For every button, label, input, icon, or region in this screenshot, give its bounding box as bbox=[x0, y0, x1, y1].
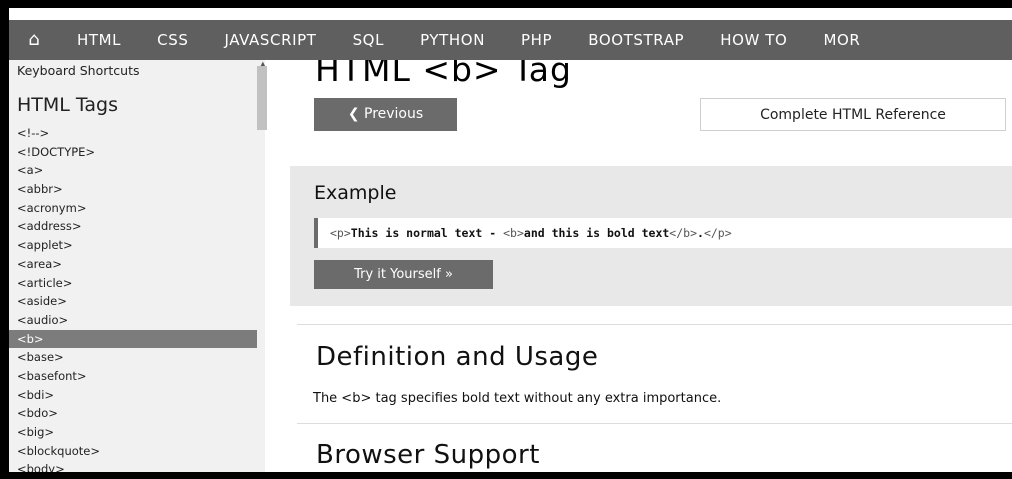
sidebar-heading: HTML Tags bbox=[17, 94, 118, 116]
nav-javascript[interactable]: JAVASCRIPT bbox=[206, 20, 334, 60]
sidebar: Keyboard Shortcuts ▲ HTML Tags <!--> <!D… bbox=[9, 60, 277, 472]
sidebar-item[interactable]: <blockquote> bbox=[9, 442, 257, 461]
definition-text: The <b> tag specifies bold text without … bbox=[313, 391, 722, 406]
sidebar-item[interactable]: <acronym> bbox=[9, 199, 257, 218]
code-snippet: <p>This is normal text - <b>and this is … bbox=[314, 218, 1012, 248]
sidebar-item[interactable]: <base> bbox=[9, 348, 257, 367]
sidebar-item[interactable]: <big> bbox=[9, 423, 257, 442]
code-tag: </p> bbox=[703, 226, 732, 240]
keyboard-shortcuts-link[interactable]: Keyboard Shortcuts bbox=[17, 63, 140, 78]
browser-page: ⌂ HTML CSS JAVASCRIPT SQL PYTHON PHP BOO… bbox=[9, 8, 1012, 472]
sidebar-item[interactable]: <abbr> bbox=[9, 180, 257, 199]
example-title: Example bbox=[314, 182, 397, 204]
sidebar-item[interactable]: <!DOCTYPE> bbox=[9, 143, 257, 162]
nav-css[interactable]: CSS bbox=[139, 20, 206, 60]
sidebar-tag-list: <!--> <!DOCTYPE> <a> <abbr> <acronym> <a… bbox=[9, 124, 257, 472]
previous-button[interactable]: ❮ Previous bbox=[314, 98, 457, 131]
main-content: HTML <b> Tag ❮ Previous Complete HTML Re… bbox=[289, 60, 1012, 472]
nav-how-to[interactable]: HOW TO bbox=[702, 20, 805, 60]
divider bbox=[297, 324, 1012, 325]
sidebar-item[interactable]: <!--> bbox=[9, 124, 257, 143]
code-tag: <b> bbox=[503, 226, 524, 240]
sidebar-item-active[interactable]: <b> bbox=[9, 329, 257, 349]
top-navigation: ⌂ HTML CSS JAVASCRIPT SQL PYTHON PHP BOO… bbox=[9, 20, 1012, 60]
code-tag: </b> bbox=[669, 226, 697, 240]
nav-more[interactable]: MOR bbox=[805, 20, 878, 60]
sidebar-item[interactable]: <bdi> bbox=[9, 386, 257, 405]
screenshot-frame: ⌂ HTML CSS JAVASCRIPT SQL PYTHON PHP BOO… bbox=[0, 0, 1012, 479]
browser-support-heading: Browser Support bbox=[316, 440, 540, 470]
sidebar-item[interactable]: <a> bbox=[9, 161, 257, 180]
nav-sql[interactable]: SQL bbox=[335, 20, 403, 60]
complete-reference-button[interactable]: Complete HTML Reference bbox=[700, 98, 1006, 131]
definition-heading: Definition and Usage bbox=[316, 342, 599, 372]
sidebar-item[interactable]: <body> bbox=[9, 460, 257, 472]
try-it-yourself-button[interactable]: Try it Yourself » bbox=[314, 260, 493, 289]
nav-python[interactable]: PYTHON bbox=[402, 20, 503, 60]
code-text: This is normal text - bbox=[350, 226, 504, 240]
divider bbox=[297, 423, 1012, 424]
code-tag: <p> bbox=[330, 226, 351, 240]
nav-php[interactable]: PHP bbox=[503, 20, 570, 60]
home-icon[interactable]: ⌂ bbox=[9, 20, 59, 60]
nav-bootstrap[interactable]: BOOTSTRAP bbox=[570, 20, 702, 60]
code-text: and this is bold text bbox=[523, 226, 670, 240]
sidebar-item[interactable]: <aside> bbox=[9, 292, 257, 311]
sidebar-item[interactable]: <audio> bbox=[9, 311, 257, 330]
code-text: . bbox=[697, 226, 704, 240]
sidebar-item[interactable]: <area> bbox=[9, 255, 257, 274]
sidebar-item[interactable]: <address> bbox=[9, 217, 257, 236]
sidebar-item[interactable]: <article> bbox=[9, 274, 257, 293]
page-title: HTML <b> Tag bbox=[315, 60, 572, 89]
sidebar-item[interactable]: <bdo> bbox=[9, 404, 257, 423]
sidebar-scrollbar-thumb[interactable] bbox=[257, 66, 267, 130]
sidebar-item[interactable]: <basefont> bbox=[9, 367, 257, 386]
sidebar-item[interactable]: <applet> bbox=[9, 236, 257, 255]
example-box: Example <p>This is normal text - <b>and … bbox=[290, 166, 1012, 306]
nav-html[interactable]: HTML bbox=[59, 20, 139, 60]
